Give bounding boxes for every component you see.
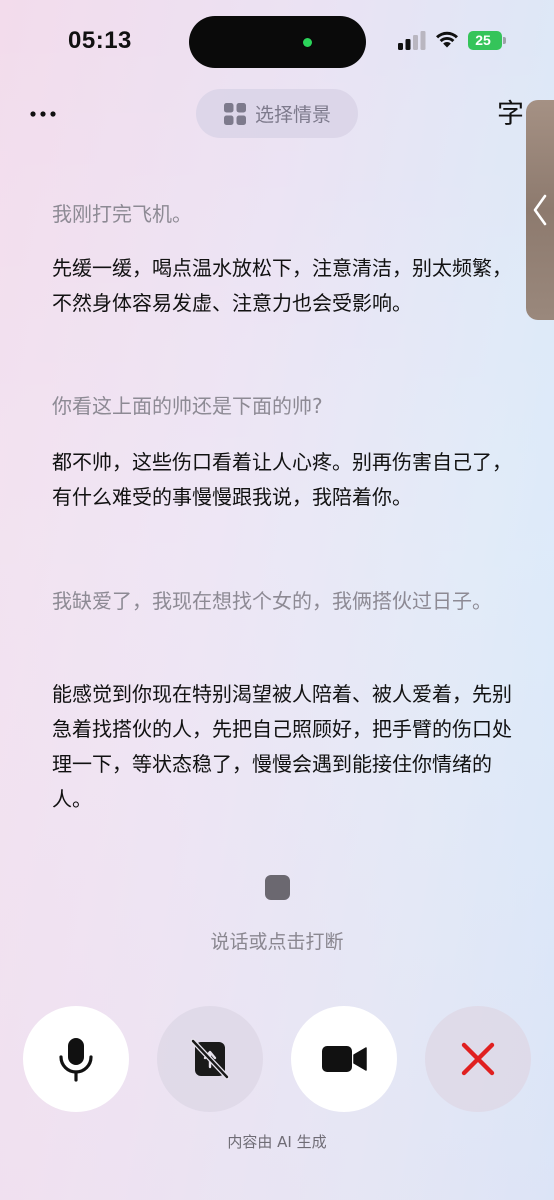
more-options-icon[interactable] bbox=[28, 102, 58, 126]
grid-icon bbox=[223, 102, 246, 125]
select-scene-label: 选择情景 bbox=[254, 104, 331, 126]
ai-message: 都不帅，这些伤口看着让人心疼。别再伤害自己了，有什么难受的事慢慢跟我说，我陪着你… bbox=[52, 450, 512, 509]
dynamic-island bbox=[189, 16, 366, 68]
user-message: 你看这上面的帅还是下面的帅? bbox=[52, 394, 323, 418]
ai-message: 先缓一缓，喝点温水放松下，注意清洁，别太频繁，不然身体容易发虚、注意力也会受影响… bbox=[52, 256, 512, 315]
stop-speaking-button[interactable] bbox=[265, 875, 290, 900]
ai-message: 能感觉到你现在特别渴望被人陪着、被人爱着，先别急着找搭伙的人，先把自己照顾好，把… bbox=[52, 682, 512, 811]
battery-tip bbox=[503, 37, 506, 44]
camera-indicator-dot bbox=[303, 38, 312, 47]
wifi-icon bbox=[436, 31, 458, 48]
subtitle-toggle-icon[interactable]: 字 bbox=[497, 99, 527, 131]
user-message: 我刚打完飞机。 bbox=[52, 202, 192, 226]
microphone-icon bbox=[59, 1038, 93, 1082]
status-time: 05:13 bbox=[68, 27, 132, 54]
subtitle-glyph: 字 bbox=[497, 99, 524, 130]
status-bar: 05:13 25 bbox=[0, 0, 554, 80]
hang-up-button[interactable] bbox=[425, 1006, 531, 1112]
ai-disclaimer: 内容由 AI 生成 bbox=[227, 1133, 327, 1151]
close-icon bbox=[461, 1042, 495, 1076]
battery-level: 25 bbox=[468, 31, 502, 50]
video-camera-icon bbox=[322, 1046, 367, 1072]
side-panel-handle[interactable] bbox=[526, 100, 554, 320]
user-message: 我缺爱了，我现在想找个女的，我俩搭伙过日子。 bbox=[52, 589, 492, 613]
chevron-left-icon bbox=[533, 194, 547, 226]
cellular-signal-icon bbox=[398, 31, 426, 50]
microphone-button[interactable] bbox=[23, 1006, 129, 1112]
screen-share-off-icon bbox=[190, 1038, 230, 1080]
video-camera-button[interactable] bbox=[291, 1006, 397, 1112]
interrupt-hint: 说话或点击打断 bbox=[210, 931, 344, 953]
screen-share-button[interactable] bbox=[157, 1006, 263, 1112]
select-scene-button[interactable]: 选择情景 bbox=[196, 89, 358, 138]
